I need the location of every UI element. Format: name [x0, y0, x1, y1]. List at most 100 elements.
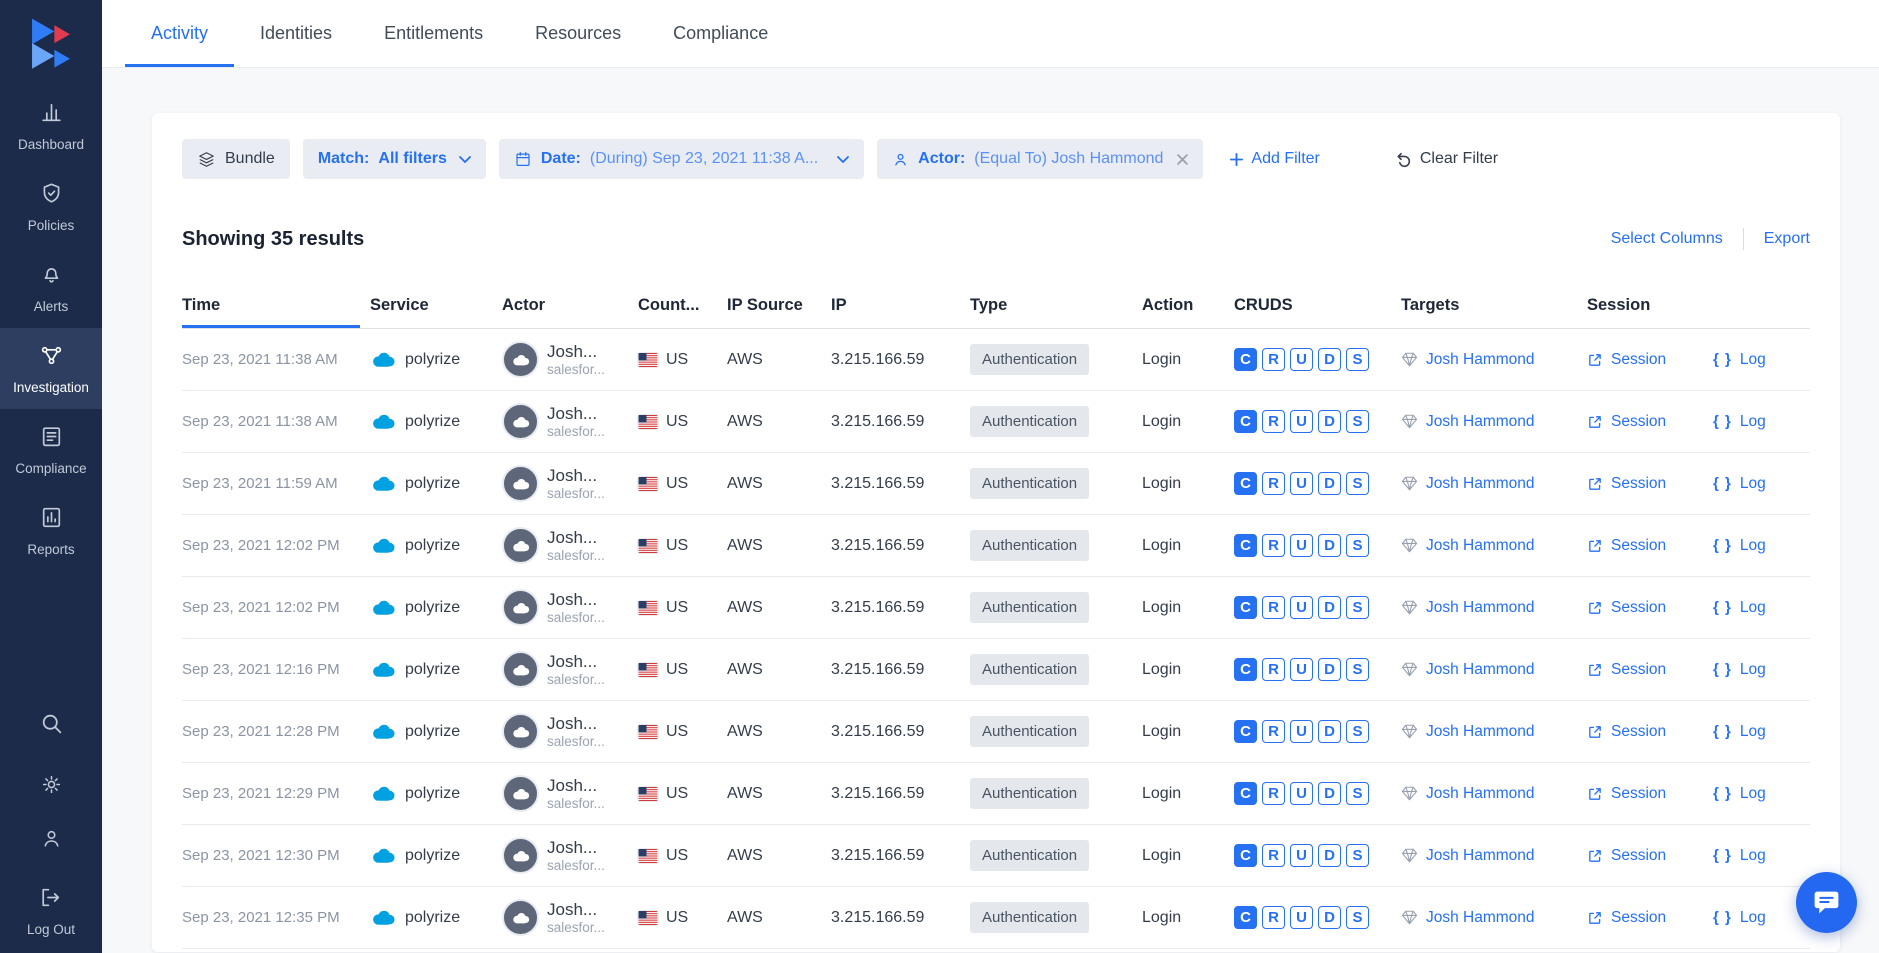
sidebar-item-compliance[interactable]: Compliance	[0, 409, 102, 490]
cell-ip-source: AWS	[727, 723, 831, 741]
activity-table: TimeServiceActorCount...IP SourceIPTypeA…	[182, 283, 1810, 949]
actor-name: Josh...	[547, 776, 605, 796]
log-link[interactable]: { } Log	[1713, 475, 1810, 493]
export-button[interactable]: Export	[1764, 230, 1810, 248]
country-label: US	[666, 785, 688, 803]
log-link[interactable]: { } Log	[1713, 537, 1810, 555]
match-filter-dropdown[interactable]: Match: All filters	[303, 139, 486, 179]
session-link[interactable]: Session	[1587, 475, 1713, 493]
crud-c-badge: C	[1234, 844, 1257, 867]
log-link[interactable]: { } Log	[1713, 599, 1810, 617]
column-header-type[interactable]: Type	[970, 283, 1142, 328]
identity-gem-icon	[1401, 476, 1418, 491]
column-header-service[interactable]: Service	[370, 283, 502, 328]
logout-button[interactable]: Log Out	[27, 881, 75, 943]
cell-actor[interactable]: Josh... salesfor...	[502, 775, 638, 812]
bundle-button[interactable]: Bundle	[182, 139, 290, 179]
column-header-session[interactable]: Session	[1587, 283, 1713, 328]
log-link[interactable]: { } Log	[1713, 351, 1810, 369]
date-filter-dropdown[interactable]: Date: (During) Sep 23, 2021 11:38 A...	[499, 139, 864, 179]
cell-actor[interactable]: Josh... salesfor...	[502, 341, 638, 378]
target-link[interactable]: Josh Hammond	[1401, 475, 1587, 493]
sidebar-item-dashboard[interactable]: Dashboard	[0, 85, 102, 166]
crud-s-badge: S	[1346, 410, 1369, 433]
session-link[interactable]: Session	[1587, 599, 1713, 617]
cell-actor[interactable]: Josh... salesfor...	[502, 837, 638, 874]
remove-actor-filter-button[interactable]	[1177, 154, 1188, 165]
crud-u-badge: U	[1290, 534, 1313, 557]
identity-gem-icon	[1401, 786, 1418, 801]
target-link[interactable]: Josh Hammond	[1401, 909, 1587, 927]
sidebar-item-policies[interactable]: Policies	[0, 166, 102, 247]
log-link[interactable]: { } Log	[1713, 847, 1810, 865]
log-link[interactable]: { } Log	[1713, 661, 1810, 679]
add-filter-button[interactable]: Add Filter	[1230, 150, 1319, 168]
target-link[interactable]: Josh Hammond	[1401, 413, 1587, 431]
tab-entitlements[interactable]: Entitlements	[358, 0, 509, 67]
chat-launcher-button[interactable]	[1796, 872, 1857, 933]
cell-actor[interactable]: Josh... salesfor...	[502, 589, 638, 626]
session-link[interactable]: Session	[1587, 847, 1713, 865]
profile-button[interactable]	[40, 827, 63, 855]
column-header-actor[interactable]: Actor	[502, 283, 638, 328]
log-link[interactable]: { } Log	[1713, 723, 1810, 741]
column-header-count[interactable]: Count...	[638, 283, 727, 328]
target-link[interactable]: Josh Hammond	[1401, 351, 1587, 369]
target-link[interactable]: Josh Hammond	[1401, 537, 1587, 555]
column-header-action[interactable]: Action	[1142, 283, 1234, 328]
target-link[interactable]: Josh Hammond	[1401, 661, 1587, 679]
session-label: Session	[1611, 351, 1666, 369]
column-header-cruds[interactable]: CRUDS	[1234, 283, 1401, 328]
sidebar-item-alerts[interactable]: Alerts	[0, 247, 102, 328]
sidebar-item-investigation[interactable]: Investigation	[0, 328, 102, 409]
log-link[interactable]: { } Log	[1713, 413, 1810, 431]
target-link[interactable]: Josh Hammond	[1401, 599, 1587, 617]
target-link[interactable]: Josh Hammond	[1401, 785, 1587, 803]
dashboard-icon	[39, 100, 64, 130]
sidebar-item-label: Reports	[27, 542, 74, 557]
crud-r-badge: R	[1262, 348, 1285, 371]
cell-actor[interactable]: Josh... salesfor...	[502, 403, 638, 440]
external-link-icon	[1587, 910, 1603, 926]
session-link[interactable]: Session	[1587, 909, 1713, 927]
clear-filter-button[interactable]: Clear Filter	[1395, 150, 1498, 168]
external-link-icon	[1587, 476, 1603, 492]
tab-resources[interactable]: Resources	[509, 0, 647, 67]
actor-name: Josh...	[547, 404, 605, 424]
cell-time: Sep 23, 2021 11:38 AM	[182, 351, 370, 368]
session-link[interactable]: Session	[1587, 351, 1713, 369]
tab-compliance[interactable]: Compliance	[647, 0, 794, 67]
session-link[interactable]: Session	[1587, 723, 1713, 741]
select-columns-button[interactable]: Select Columns	[1611, 230, 1723, 248]
settings-button[interactable]	[40, 773, 63, 801]
session-link[interactable]: Session	[1587, 785, 1713, 803]
date-filter-value: (During) Sep 23, 2021 11:38 A...	[590, 150, 818, 168]
service-label: polyrize	[405, 475, 460, 493]
actor-filter-chip[interactable]: Actor: (Equal To) Josh Hammond	[877, 139, 1203, 179]
cell-actor[interactable]: Josh... salesfor...	[502, 713, 638, 750]
cell-ip: 3.215.166.59	[831, 537, 970, 555]
column-header-targets[interactable]: Targets	[1401, 283, 1587, 328]
log-link[interactable]: { } Log	[1713, 785, 1810, 803]
type-badge: Authentication	[970, 592, 1089, 623]
tab-activity[interactable]: Activity	[125, 0, 234, 67]
cloud-icon	[511, 911, 531, 925]
tab-identities[interactable]: Identities	[234, 0, 358, 67]
search-button[interactable]	[39, 711, 64, 741]
session-link[interactable]: Session	[1587, 661, 1713, 679]
cell-actor[interactable]: Josh... salesfor...	[502, 899, 638, 936]
target-link[interactable]: Josh Hammond	[1401, 847, 1587, 865]
session-link[interactable]: Session	[1587, 537, 1713, 555]
sidebar-item-reports[interactable]: Reports	[0, 490, 102, 571]
column-header-ip-source[interactable]: IP Source	[727, 283, 831, 328]
column-header-time[interactable]: Time	[182, 283, 370, 328]
cell-actor[interactable]: Josh... salesfor...	[502, 527, 638, 564]
cruds-cell: CRUDS	[1234, 844, 1401, 867]
cloud-icon	[511, 787, 531, 801]
column-header-ip[interactable]: IP	[831, 283, 970, 328]
cell-actor[interactable]: Josh... salesfor...	[502, 651, 638, 688]
target-link[interactable]: Josh Hammond	[1401, 723, 1587, 741]
log-link[interactable]: { } Log	[1713, 909, 1810, 927]
cell-actor[interactable]: Josh... salesfor...	[502, 465, 638, 502]
session-link[interactable]: Session	[1587, 413, 1713, 431]
